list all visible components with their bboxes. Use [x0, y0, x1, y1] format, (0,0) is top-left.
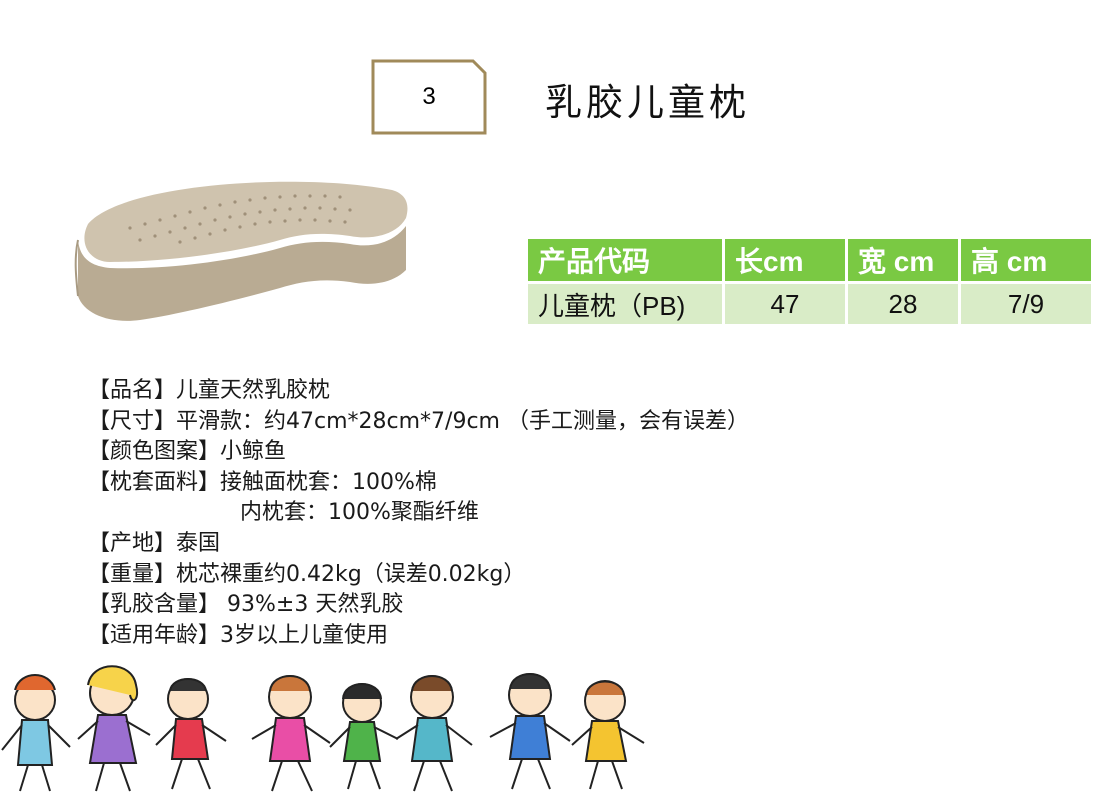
cell-length: 47: [722, 281, 848, 327]
section-number: 3: [422, 83, 436, 110]
info-line-size: 【尺寸】平滑款：约47cm*28cm*7/9cm （手工测量，会有误差）: [88, 408, 749, 434]
info-line-fabric: 【枕套面料】接触面枕套：100%棉: [88, 469, 437, 495]
cell-code: 儿童枕（PB): [525, 281, 725, 327]
spec-table: 产品代码 长cm 宽 cm 高 cm 儿童枕（PB) 47 28 7/9: [525, 236, 1094, 327]
product-info-list: 【品名】儿童天然乳胶枕 【尺寸】平滑款：约47cm*28cm*7/9cm （手工…: [88, 376, 749, 651]
column-header-height: 高 cm: [958, 236, 1094, 284]
cell-width: 28: [845, 281, 961, 327]
column-header-length: 长cm: [722, 236, 848, 284]
column-header-code: 产品代码: [525, 236, 725, 284]
info-line-age: 【适用年龄】3岁以上儿童使用: [88, 622, 388, 648]
table-header-row: 产品代码 长cm 宽 cm 高 cm: [525, 236, 1094, 284]
latex-pillow-image: [70, 178, 412, 330]
info-line-name: 【品名】儿童天然乳胶枕: [88, 378, 331, 403]
info-line-latex-content: 【乳胶含量】 93%±3 天然乳胶: [88, 592, 404, 618]
section-number-badge: 3: [371, 59, 487, 135]
info-line-origin: 【产地】泰国: [88, 530, 221, 556]
info-line-inner-cover: 内枕套：100%聚酯纤维: [240, 500, 479, 526]
cell-height: 7/9: [958, 281, 1094, 327]
column-header-width: 宽 cm: [845, 236, 961, 284]
info-line-weight: 【重量】枕芯裸重约0.42kg（误差0.02kg）: [88, 561, 526, 587]
page-title: 乳胶儿童枕: [545, 81, 750, 124]
table-row: 儿童枕（PB) 47 28 7/9: [525, 281, 1094, 327]
info-line-color: 【颜色图案】小鲸鱼: [88, 439, 287, 465]
dancing-children-illustration: [0, 655, 660, 797]
